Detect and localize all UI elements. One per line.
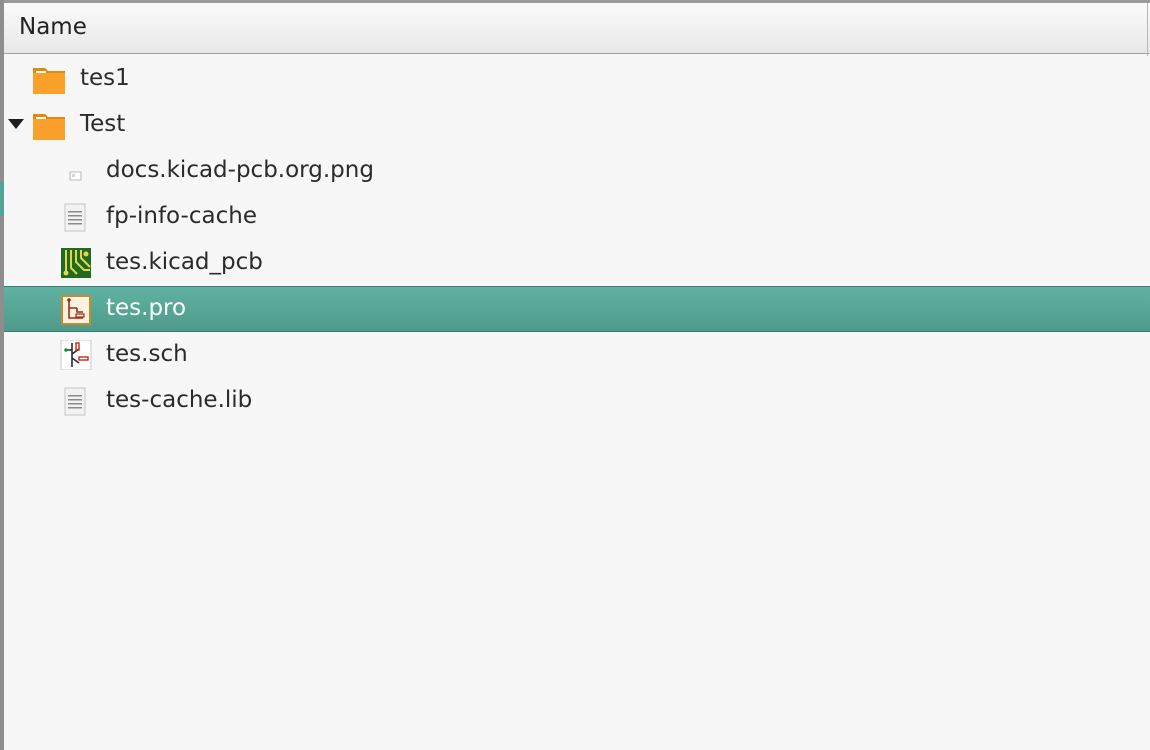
column-header[interactable]: Name bbox=[4, 0, 1150, 56]
tree-row-label: tes1 bbox=[80, 65, 130, 91]
tree-row-tes1[interactable]: tes1 bbox=[4, 56, 1150, 102]
text-file-icon bbox=[60, 202, 92, 232]
tree-row-label: fp-info-cache bbox=[106, 203, 257, 229]
tree-row-tes-pro[interactable]: tes.pro bbox=[4, 286, 1150, 332]
tree-row-label: tes.kicad_pcb bbox=[106, 249, 263, 275]
project-tree[interactable]: Name tes1 Test docs.kicad-pcb.org.png fp… bbox=[0, 0, 1150, 750]
folder-icon bbox=[32, 64, 65, 94]
tree-row-tes-cache-lib[interactable]: tes-cache.lib bbox=[4, 378, 1150, 424]
tree-row-label: tes.sch bbox=[106, 341, 188, 367]
tree-row-tes-sch[interactable]: tes.sch bbox=[4, 332, 1150, 378]
tree-row-label: Test bbox=[80, 111, 126, 137]
column-header-name[interactable]: Name bbox=[19, 14, 87, 40]
tree-row-test[interactable]: Test bbox=[4, 102, 1150, 148]
tree-row-label: tes.pro bbox=[106, 295, 187, 321]
folder-icon bbox=[32, 110, 65, 140]
tree-row-label: tes-cache.lib bbox=[106, 387, 253, 413]
tree-row-label: docs.kicad-pcb.org.png bbox=[106, 157, 374, 183]
kicad-project-icon bbox=[60, 295, 92, 325]
kicad-schematic-icon bbox=[60, 339, 92, 371]
column-divider bbox=[1147, 3, 1148, 56]
tree-row-fp-info-cache[interactable]: fp-info-cache bbox=[4, 194, 1150, 240]
tree-row-tes-kicad-pcb[interactable]: tes.kicad_pcb bbox=[4, 240, 1150, 286]
image-file-icon bbox=[60, 156, 92, 186]
tree-row-docs-png[interactable]: docs.kicad-pcb.org.png bbox=[4, 148, 1150, 194]
kicad-pcb-icon bbox=[60, 248, 92, 278]
expander-arrow-icon[interactable] bbox=[8, 119, 24, 129]
text-file-icon bbox=[60, 386, 92, 416]
